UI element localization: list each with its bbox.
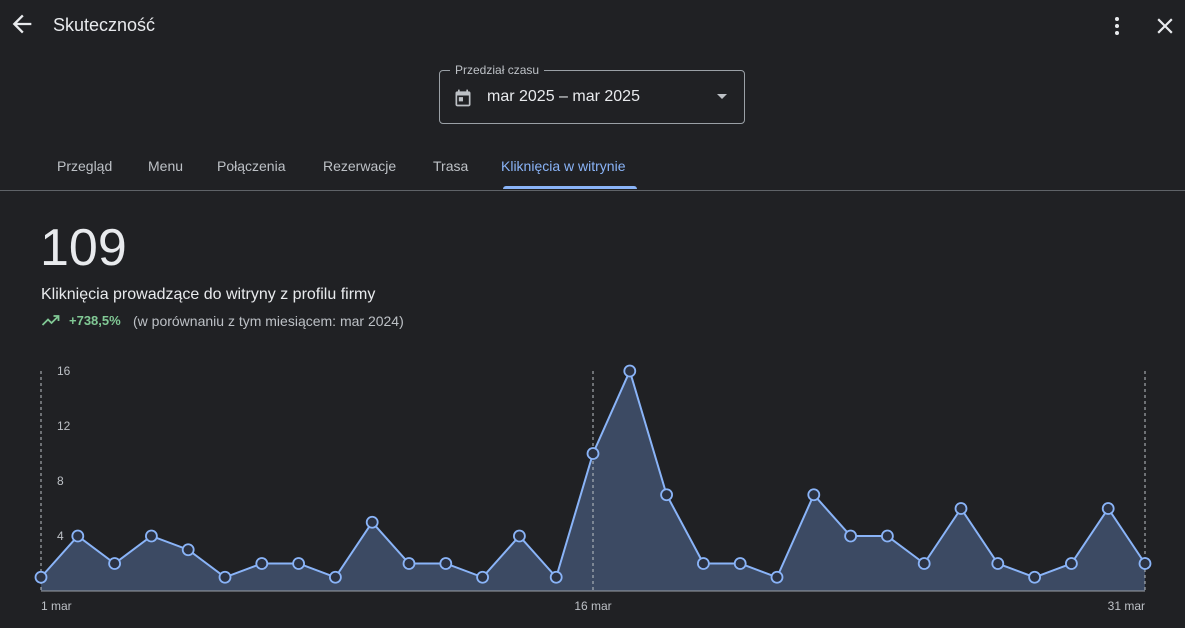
x-tick-label: 1 mar xyxy=(41,599,72,613)
data-point xyxy=(328,570,342,584)
website-clicks-chart: 4 8 12 16 1 mar 16 mar 31 mar xyxy=(34,364,1152,613)
data-point xyxy=(807,488,821,502)
data-point xyxy=(697,557,710,570)
data-point xyxy=(1101,502,1115,515)
data-point xyxy=(513,529,526,543)
data-point xyxy=(549,570,563,584)
x-tick-label: 31 mar xyxy=(1108,599,1145,613)
y-tick-label: 12 xyxy=(57,419,71,433)
data-point xyxy=(1065,557,1078,570)
data-point xyxy=(181,543,195,557)
data-point xyxy=(255,557,269,570)
data-point xyxy=(660,488,673,502)
data-point xyxy=(586,447,600,460)
data-point xyxy=(844,529,857,543)
data-point xyxy=(1028,570,1041,584)
y-tick-label: 4 xyxy=(57,529,64,543)
data-point xyxy=(144,529,158,543)
data-point xyxy=(34,570,48,584)
data-point xyxy=(917,557,931,570)
data-point xyxy=(402,557,416,570)
x-tick-label: 16 mar xyxy=(574,599,611,613)
data-point xyxy=(733,557,747,570)
data-point xyxy=(476,570,490,584)
data-point xyxy=(770,570,784,584)
data-point xyxy=(623,364,637,378)
data-point xyxy=(292,557,306,570)
data-point xyxy=(991,557,1005,570)
data-point xyxy=(1138,557,1152,570)
data-point xyxy=(71,529,85,543)
y-tick-label: 16 xyxy=(57,364,71,378)
data-point xyxy=(365,515,379,529)
data-point xyxy=(881,529,894,543)
data-point xyxy=(439,557,453,570)
data-point xyxy=(218,570,232,584)
data-point xyxy=(954,502,968,515)
data-point xyxy=(108,557,121,570)
y-tick-label: 8 xyxy=(57,474,64,488)
